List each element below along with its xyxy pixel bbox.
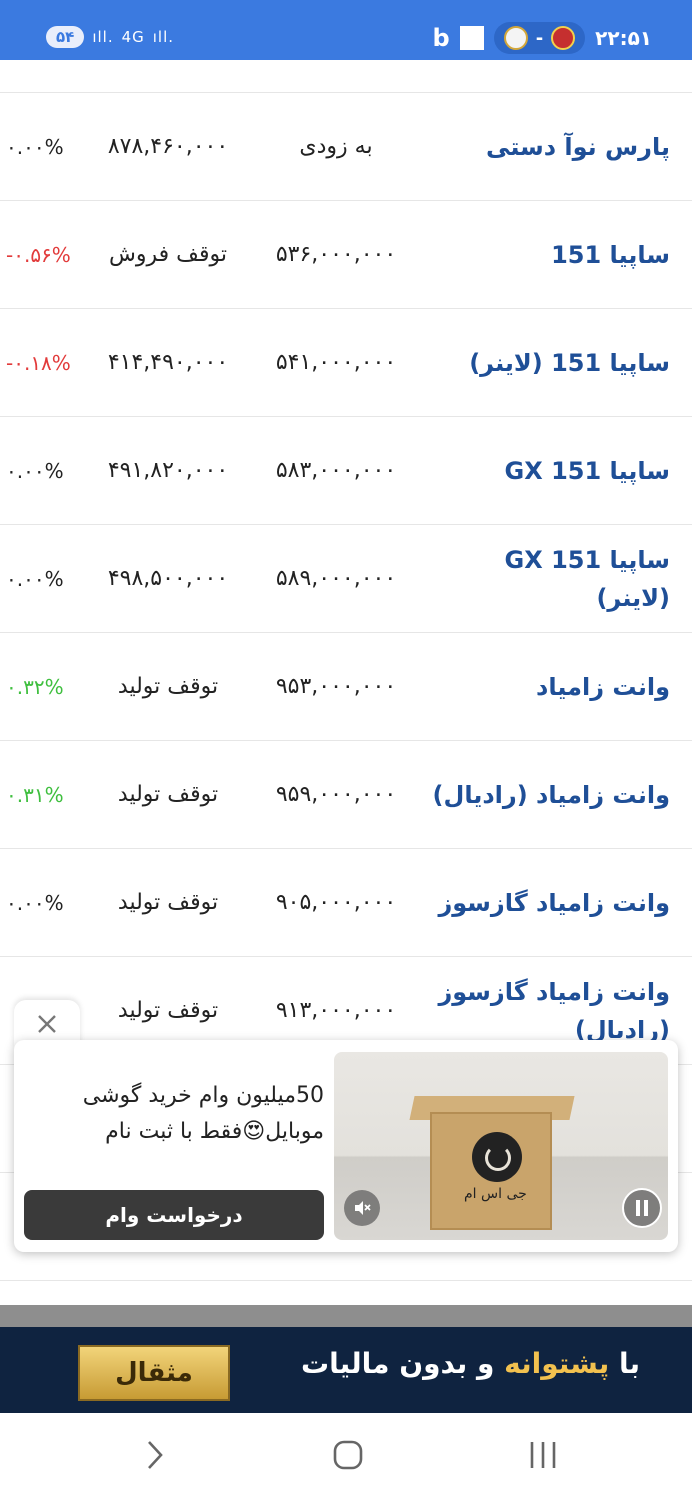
market-price: ۵۳۶,۰۰۰,۰۰۰ <box>275 242 397 267</box>
change-percent: -۰.۱۸% <box>6 350 71 375</box>
factory-price: ۴۹۸,۵۰۰,۰۰۰ <box>107 566 229 591</box>
team-badge-icon-2 <box>551 26 576 50</box>
navigation-bar <box>0 1413 692 1500</box>
banner-text-suffix: و بدون مالیات <box>301 1347 505 1380</box>
status-bar: ۵۴ ıll. 4G ıll. b - ۲۲:۵۱ <box>0 0 692 60</box>
back-button[interactable] <box>140 1435 170 1475</box>
chevron-right-icon <box>148 1441 163 1469</box>
factory-price: ۴۹۱,۸۲۰,۰۰۰ <box>107 458 229 483</box>
signal-icon: ıll. <box>92 28 114 46</box>
notification-square-icon <box>459 26 484 50</box>
table-row[interactable]: وانت زامیاد (رادیال) ۹۵۹,۰۰۰,۰۰۰ توقف تو… <box>0 741 692 849</box>
score-separator: - <box>535 27 544 49</box>
car-name: ساپیا GX 151 <box>504 456 670 485</box>
table-row[interactable]: پارس نوآ دستی به زودی ۸۷۸,۴۶۰,۰۰۰ ۰.۰۰% <box>0 93 692 201</box>
car-name: ساپیا 151 (لاینر) <box>469 348 670 377</box>
market-price: به زودی <box>299 134 373 159</box>
change-percent: ۰.۳۲% <box>6 674 64 699</box>
banner-text-prefix: با <box>609 1347 640 1380</box>
home-icon <box>333 1440 363 1470</box>
banner-text-highlight: پشتوانه <box>504 1347 610 1380</box>
table-row[interactable]: ساپیا 151 ۵۳۶,۰۰۰,۰۰۰ توقف فروش -۰.۵۶% <box>0 201 692 309</box>
car-name: ساپیا 151 <box>551 240 670 269</box>
mesghal-button[interactable]: مثقال <box>78 1345 230 1401</box>
car-name: پارس نوآ دستی <box>486 132 670 161</box>
banner-text: با پشتوانه و بدون مالیات <box>301 1347 640 1380</box>
factory-price: توقف تولید <box>117 782 219 807</box>
change-percent: ۰.۰۰% <box>6 134 64 159</box>
live-score-chip: - <box>493 22 586 54</box>
table-row[interactable]: ساپیا GX 151 ۵۸۳,۰۰۰,۰۰۰ ۴۹۱,۸۲۰,۰۰۰ ۰.۰… <box>0 417 692 525</box>
change-percent: ۰.۰۰% <box>6 890 64 915</box>
status-left: ۵۴ ıll. 4G ıll. <box>46 26 174 48</box>
team-badge-icon <box>503 26 528 50</box>
table-row[interactable]: وانت زامیاد ۹۵۳,۰۰۰,۰۰۰ توقف تولید ۰.۳۲% <box>0 633 692 741</box>
brand-logo-icon <box>472 1132 522 1182</box>
factory-price: ۴۱۴,۴۹۰,۰۰۰ <box>107 350 229 375</box>
status-right: b - ۲۲:۵۱ <box>433 22 653 54</box>
change-percent: ۰.۳۱% <box>6 782 64 807</box>
car-name: وانت زامیاد <box>536 672 670 701</box>
market-price: ۹۵۳,۰۰۰,۰۰۰ <box>275 674 397 699</box>
clock: ۲۲:۵۱ <box>595 26 652 50</box>
pause-icon <box>636 1200 648 1216</box>
battery-indicator: ۵۴ <box>46 26 85 48</box>
ad-video[interactable]: جی اس ام <box>334 1052 668 1240</box>
change-percent: ۰.۰۰% <box>6 566 64 591</box>
change-percent: ۰.۰۰% <box>6 458 64 483</box>
car-name: وانت زامیاد گازسوز <box>438 888 670 917</box>
factory-price: توقف تولید <box>117 890 219 915</box>
mute-icon <box>355 1201 371 1215</box>
brand-caption: جی اس ام <box>464 1186 527 1202</box>
banner-divider <box>0 1305 692 1327</box>
network-type: 4G <box>121 28 145 46</box>
table-row[interactable]: ساپیا 151 (لاینر) ۵۴۱,۰۰۰,۰۰۰ ۴۱۴,۴۹۰,۰۰… <box>0 309 692 417</box>
car-name: وانت زامیاد (رادیال) <box>432 780 670 809</box>
recents-button[interactable] <box>526 1435 560 1475</box>
mute-button[interactable] <box>344 1190 380 1226</box>
market-price: ۵۸۹,۰۰۰,۰۰۰ <box>275 566 397 591</box>
market-price: ۹۰۵,۰۰۰,۰۰۰ <box>275 890 397 915</box>
market-price: ۵۴۱,۰۰۰,۰۰۰ <box>275 350 397 375</box>
loan-request-button[interactable]: درخواست وام <box>24 1190 324 1240</box>
home-button[interactable] <box>330 1435 366 1475</box>
close-icon <box>38 1015 56 1033</box>
factory-price: ۸۷۸,۴۶۰,۰۰۰ <box>107 134 229 159</box>
change-percent: -۰.۵۶% <box>6 242 71 267</box>
ad-text: 50میلیون وام خرید گوشی موبایل😍فقط با ثبت… <box>82 1083 324 1144</box>
table-row[interactable]: وانت زامیاد گازسوز ۹۰۵,۰۰۰,۰۰۰ توقف تولی… <box>0 849 692 957</box>
app-notification-icon: b <box>432 24 450 52</box>
car-name: ساپیا GX 151 (لاینر) <box>504 545 670 612</box>
market-price: ۹۵۹,۰۰۰,۰۰۰ <box>275 782 397 807</box>
market-price: ۵۸۳,۰۰۰,۰۰۰ <box>275 458 397 483</box>
table-row[interactable]: ساپیا GX 151 (لاینر) ۵۸۹,۰۰۰,۰۰۰ ۴۹۸,۵۰۰… <box>0 525 692 633</box>
recents-icon <box>530 1442 556 1468</box>
factory-price: توقف فروش <box>109 242 227 267</box>
signal-icon-2: ıll. <box>152 28 175 46</box>
ad-popup[interactable]: 50میلیون وام خرید گوشی موبایل😍فقط با ثبت… <box>14 1040 678 1252</box>
pause-button[interactable] <box>622 1188 662 1228</box>
mesghal-banner[interactable]: با پشتوانه و بدون مالیات مثقال <box>0 1327 692 1413</box>
factory-price: توقف تولید <box>117 674 219 699</box>
